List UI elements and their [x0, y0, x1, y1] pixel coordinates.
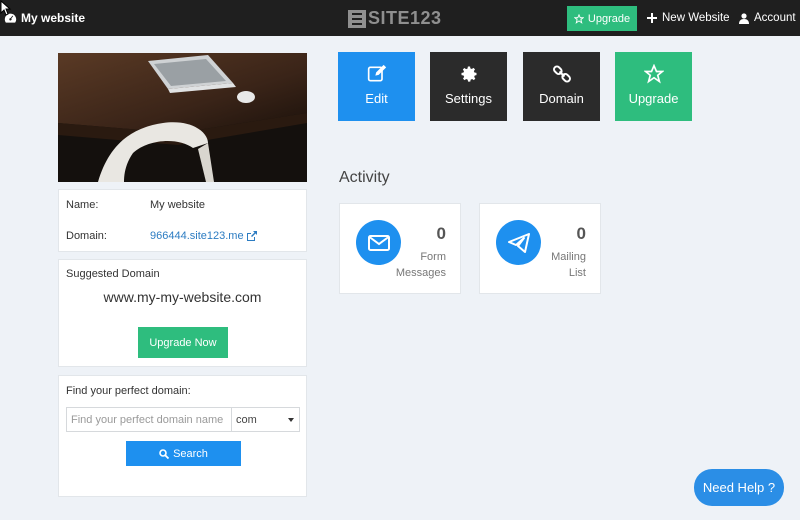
- envelope-icon: [356, 220, 401, 265]
- tld-value: com: [236, 413, 257, 426]
- site-name: My website: [21, 11, 86, 25]
- name-value: My website: [150, 199, 206, 211]
- star-outline-icon: [573, 13, 584, 24]
- find-domain-title: Find your perfect domain:: [66, 385, 191, 397]
- star-icon: [643, 64, 664, 84]
- need-help-button[interactable]: Need Help ?: [694, 469, 784, 506]
- site123-logo: SITE123: [348, 8, 442, 29]
- logo-text: SITE123: [368, 8, 442, 28]
- domain-search-input[interactable]: [66, 407, 232, 432]
- mailing-list-label-line1: Mailing: [551, 251, 586, 263]
- mailing-list-label-line2: List: [568, 267, 586, 279]
- name-label: Name:: [66, 199, 99, 211]
- form-messages-label-line1: Form: [420, 251, 446, 263]
- upgrade-tile-label: Upgrade: [628, 91, 679, 106]
- desk-laptop-image: [58, 53, 307, 182]
- form-messages-count: 0: [436, 224, 446, 243]
- form-messages-stat[interactable]: 0 Form Messages: [339, 203, 461, 294]
- new-website-link[interactable]: New Website: [647, 0, 730, 36]
- edit-label: Edit: [365, 91, 388, 106]
- topbar-upgrade-label: Upgrade: [587, 12, 631, 25]
- user-icon: [739, 12, 749, 24]
- form-messages-label-line2: Messages: [395, 267, 446, 279]
- gear-icon: [461, 66, 476, 82]
- site-info-card: Name: My website Domain: 966444.site123.…: [58, 189, 307, 252]
- domain-link[interactable]: 966444.site123.me: [150, 230, 257, 242]
- activity-heading: Activity: [339, 169, 390, 186]
- upgrade-tile[interactable]: Upgrade: [615, 52, 692, 121]
- tld-select[interactable]: com: [231, 407, 300, 432]
- link-icon: [552, 65, 571, 83]
- mailing-list-label: Mailing List: [551, 249, 586, 281]
- caret-down-icon: [288, 418, 294, 422]
- suggested-domain-title: Suggested Domain: [66, 268, 160, 280]
- suggested-domain-name: www.my-my-website.com: [103, 289, 262, 305]
- domain-label: Domain:: [66, 230, 107, 242]
- edit-icon: [367, 64, 386, 82]
- account-link[interactable]: Account: [739, 0, 796, 36]
- upgrade-now-button[interactable]: Upgrade Now: [138, 327, 228, 358]
- account-label: Account: [754, 12, 796, 24]
- topbar-upgrade-button[interactable]: Upgrade: [567, 6, 637, 31]
- paper-plane-icon: [496, 220, 541, 265]
- top-bar: My website SITE123 Upgrade New Website A…: [0, 0, 800, 36]
- settings-tile[interactable]: Settings: [430, 52, 507, 121]
- site-thumbnail[interactable]: [58, 53, 307, 182]
- domain-tile-label: Domain: [539, 91, 584, 106]
- form-messages-label: Form Messages: [396, 249, 446, 281]
- search-icon: [159, 448, 170, 459]
- find-domain-card: Find your perfect domain: com Search: [58, 375, 307, 497]
- domain-value: 966444.site123.me: [150, 230, 244, 242]
- suggested-domain-card: Suggested Domain www.my-my-website.com U…: [58, 259, 307, 367]
- plus-icon: [647, 13, 657, 23]
- mailing-list-count: 0: [576, 224, 586, 243]
- site-title[interactable]: My website: [4, 0, 85, 36]
- search-label: Search: [173, 447, 208, 460]
- settings-label: Settings: [445, 91, 492, 106]
- logo-mark-icon: [348, 9, 366, 28]
- new-website-label: New Website: [662, 12, 730, 24]
- external-link-icon: [246, 231, 257, 241]
- search-domain-button[interactable]: Search: [126, 441, 241, 466]
- domain-tile[interactable]: Domain: [523, 52, 600, 121]
- edit-tile[interactable]: Edit: [338, 52, 415, 121]
- mailing-list-stat[interactable]: 0 Mailing List: [479, 203, 601, 294]
- mouse-cursor-icon: [0, 0, 12, 16]
